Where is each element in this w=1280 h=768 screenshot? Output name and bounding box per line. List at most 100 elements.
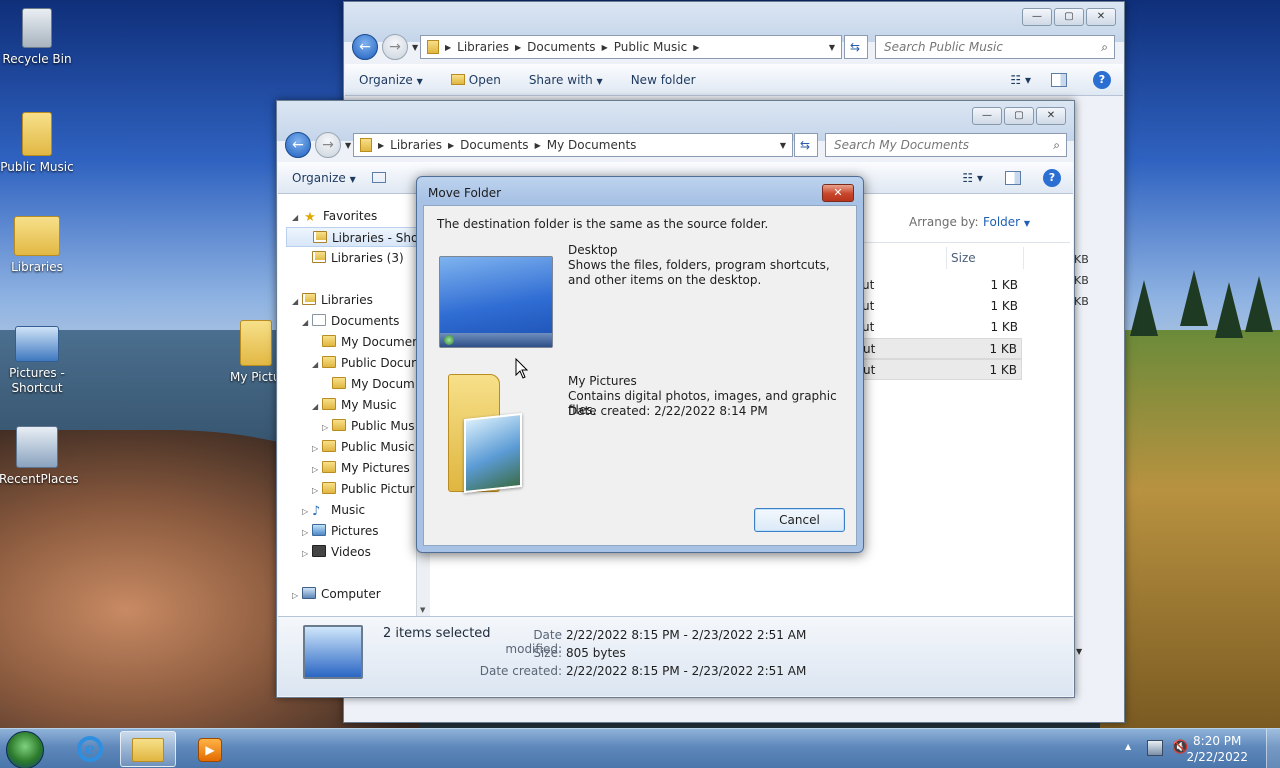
expand-arrow-icon[interactable]: ▷ [292, 586, 302, 606]
forward-button[interactable]: → [382, 34, 408, 60]
organize-button[interactable]: Organize ▼ [345, 73, 437, 87]
desktop-icon-libraries[interactable]: Libraries [0, 216, 75, 275]
share-with-button[interactable]: Share with ▼ [515, 73, 617, 87]
preview-pane-icon[interactable] [1005, 170, 1021, 185]
expand-arrow-icon[interactable]: ▷ [312, 460, 322, 480]
tree-my-documents-sub[interactable]: My Docum [332, 374, 415, 394]
maximize-button[interactable]: ▢ [1054, 8, 1084, 26]
desktop-icon-label: Pictures - Shortcut [9, 366, 65, 395]
scroll-down-icon[interactable]: ▼ [1076, 647, 1082, 656]
preview-pane-icon[interactable] [1051, 72, 1067, 87]
collapse-arrow-icon[interactable]: ◢ [292, 208, 302, 228]
back-button[interactable]: ← [285, 132, 311, 158]
table-row[interactable]: ut 1 KB [862, 275, 1022, 296]
table-row[interactable]: ut 1 KB [862, 317, 1022, 338]
tree-documents[interactable]: ◢ Documents [302, 311, 399, 331]
start-button[interactable] [6, 731, 44, 768]
desktop-icon-recentplaces[interactable]: RecentPlaces [0, 426, 79, 487]
address-bar[interactable]: ▶ Libraries ▶ Documents ▶ Public Music ▶… [420, 35, 842, 59]
column-header-size[interactable]: Size [946, 247, 1024, 269]
tree-public-music[interactable]: ▷ Public Music [312, 437, 414, 457]
breadcrumb-item[interactable]: My Documents [547, 138, 637, 152]
maximize-button[interactable]: ▢ [1004, 107, 1034, 125]
minimize-button[interactable]: — [1022, 8, 1052, 26]
tree-music[interactable]: ▷ ♪ Music [302, 500, 365, 520]
refresh-button[interactable]: ⇆ [794, 133, 818, 157]
breadcrumb-item[interactable]: Libraries [390, 138, 442, 152]
back-button[interactable]: ← [352, 34, 378, 60]
address-dropdown-icon[interactable]: ▼ [829, 43, 835, 52]
pictures-shortcut-icon [15, 326, 59, 362]
show-desktop-button[interactable] [1266, 729, 1280, 768]
tree-my-music[interactable]: ◢ My Music [312, 395, 396, 415]
search-input[interactable]: Search My Documents ⌕ [825, 133, 1067, 157]
dialog-title: Move Folder [428, 186, 502, 200]
breadcrumb-item[interactable]: Documents [460, 138, 528, 152]
close-button[interactable]: ✕ [1086, 8, 1116, 26]
table-row[interactable]: ut 1 KB [862, 296, 1022, 317]
arrange-by-dropdown[interactable]: Folder ▼ [983, 215, 1030, 229]
address-bar[interactable]: ▶ Libraries ▶ Documents ▶ My Documents ▼ [353, 133, 793, 157]
taskbar-windows-explorer[interactable] [120, 731, 176, 767]
help-icon[interactable]: ? [1043, 168, 1061, 187]
taskbar-media-player[interactable]: ▶ [182, 731, 238, 767]
minimize-button[interactable]: — [972, 107, 1002, 125]
table-row[interactable]: ut 1 KB [862, 359, 1022, 380]
show-hidden-icons-button[interactable]: ▲ [1125, 742, 1131, 751]
taskbar-clock[interactable]: 8:20 PM 2/22/2022 [1186, 733, 1248, 765]
library-icon [312, 251, 326, 263]
recent-pages-chevron-icon[interactable]: ▼ [345, 141, 351, 150]
tree-videos[interactable]: ▷ Videos [302, 542, 371, 562]
help-icon[interactable]: ? [1093, 70, 1111, 89]
open-button[interactable]: Open [437, 73, 515, 87]
organize-button[interactable]: Organize ▼ [278, 171, 370, 185]
tree-libraries[interactable]: ◢ Libraries [292, 290, 373, 310]
view-options-icon[interactable]: ☷ ▾ [1010, 73, 1031, 87]
expand-arrow-icon[interactable]: ▷ [302, 502, 312, 522]
network-icon[interactable] [1147, 740, 1163, 756]
cancel-button[interactable]: Cancel [754, 508, 845, 532]
tree-my-pictures[interactable]: ▷ My Pictures [312, 458, 410, 478]
collapse-arrow-icon[interactable]: ◢ [312, 397, 322, 417]
tree-libraries-3[interactable]: Libraries (3) [312, 248, 404, 268]
expand-arrow-icon[interactable]: ▷ [312, 481, 322, 501]
collapse-arrow-icon[interactable]: ◢ [292, 292, 302, 312]
tree-computer[interactable]: ▷ Computer [292, 584, 381, 604]
tree-public-music-sub[interactable]: ▷ Public Mus [322, 416, 415, 436]
expand-arrow-icon[interactable]: ▷ [322, 418, 332, 438]
tree-public-pictures[interactable]: ▷ Public Pictur [312, 479, 414, 499]
collapse-arrow-icon[interactable]: ◢ [302, 313, 312, 333]
refresh-button[interactable]: ⇆ [844, 35, 868, 59]
scroll-down-icon[interactable]: ▼ [420, 606, 425, 614]
expand-arrow-icon[interactable]: ▷ [302, 544, 312, 564]
search-icon[interactable]: ⌕ [1053, 134, 1060, 156]
tree-pictures[interactable]: ▷ Pictures [302, 521, 379, 541]
desktop-icon-pictures-shortcut[interactable]: Pictures - Shortcut [0, 326, 75, 396]
taskbar-internet-explorer[interactable]: e [62, 731, 118, 767]
tree-public-documents[interactable]: ◢ Public Docur [312, 353, 416, 373]
breadcrumb-item[interactable]: Public Music [614, 40, 687, 54]
desktop-icon-public-music[interactable]: Public Music [0, 112, 75, 175]
search-icon[interactable]: ⌕ [1101, 36, 1108, 58]
view-pane-icon[interactable] [371, 172, 386, 183]
dialog-close-button[interactable]: ✕ [822, 184, 854, 202]
tree-my-documents[interactable]: My Documer [322, 332, 417, 352]
forward-button[interactable]: → [315, 132, 341, 158]
tree-libraries-shortcut[interactable]: Libraries - Shor [286, 227, 417, 247]
address-dropdown-icon[interactable]: ▼ [780, 141, 786, 150]
table-row[interactable]: ut 1 KB [862, 338, 1022, 359]
new-folder-button[interactable]: New folder [617, 73, 710, 87]
desktop-icon-recycle-bin[interactable]: Recycle Bin [0, 8, 75, 67]
collapse-arrow-icon[interactable]: ◢ [312, 355, 322, 375]
recent-pages-chevron-icon[interactable]: ▼ [412, 43, 418, 52]
expand-arrow-icon[interactable]: ▷ [312, 439, 322, 459]
breadcrumb-item[interactable]: Documents [527, 40, 595, 54]
search-input[interactable]: Search Public Music ⌕ [875, 35, 1115, 59]
navigation-pane[interactable]: ◢ ★ Favorites Libraries - Shor Libraries (… [278, 194, 418, 616]
tree-favorites[interactable]: ◢ ★ Favorites [292, 206, 377, 226]
breadcrumb-item[interactable]: Libraries [457, 40, 509, 54]
move-folder-dialog[interactable]: Move Folder ✕ The destination folder is … [416, 176, 864, 553]
expand-arrow-icon[interactable]: ▷ [302, 523, 312, 543]
close-button[interactable]: ✕ [1036, 107, 1066, 125]
view-options-icon[interactable]: ☷ ▾ [962, 171, 983, 185]
